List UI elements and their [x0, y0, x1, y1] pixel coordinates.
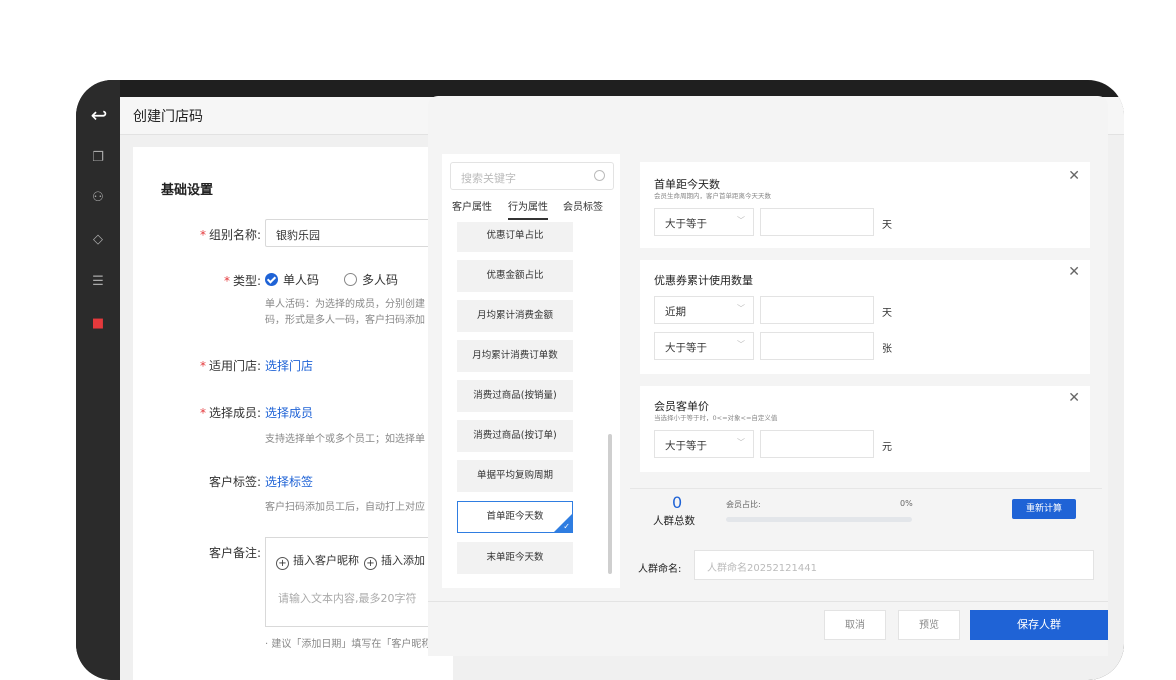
tag-icon[interactable]: ◇ — [90, 232, 106, 248]
crowd-count-label: 人群总数 — [653, 515, 695, 527]
note-hint: · 建议「添加日期」填写在「客户昵称 — [265, 639, 432, 650]
group-name-label: * 组别名称: — [199, 228, 261, 242]
note-input-box[interactable]: + 插入客户昵称 + 插入添加 请输入文本内容,最多20字符 — [265, 537, 455, 627]
cancel-button[interactable]: 取消 — [824, 610, 886, 640]
operator-select[interactable]: 大于等于 ﹀ — [654, 332, 754, 360]
chevron-down-icon: ﹀ — [737, 216, 745, 225]
operator-select[interactable]: 大于等于 ﹀ — [654, 430, 754, 458]
page-title: 创建门店码 — [133, 109, 203, 125]
check-icon: ✓ — [563, 522, 570, 531]
close-icon[interactable]: ✕ — [1068, 264, 1080, 280]
crowd-name-row: 人群命名: 人群命名20252121441 — [630, 544, 1102, 584]
radio-unchecked-icon — [344, 273, 357, 286]
condition-subtitle: 当选择小于等于时，0<=对象<=自定义值 — [654, 414, 778, 422]
form-card: 基础设置 * 组别名称: 银豹乐园 * 类型: 单人码 多人码 单人活码：为选择的成… — [133, 147, 455, 680]
attribute-item[interactable]: 月均累计消费订单数 — [457, 340, 573, 372]
scrollbar[interactable] — [608, 434, 612, 574]
member-label: * 选择成员: — [199, 406, 261, 420]
insert-nickname-button[interactable]: + 插入客户昵称 — [276, 552, 359, 570]
store-label: * 适用门店: — [199, 359, 261, 373]
users-icon[interactable]: ⚇ — [90, 190, 106, 206]
value-input[interactable] — [760, 332, 874, 360]
type-label: * 类型: — [223, 274, 261, 288]
insert-added-button[interactable]: + 插入添加 — [364, 552, 425, 570]
condition-card: 会员客单价 当选择小于等于时，0<=对象<=自定义值 ✕ 大于等于 ﹀ 元 — [640, 386, 1090, 472]
plus-circle-icon: + — [364, 557, 377, 570]
save-crowd-button[interactable]: 保存人群 — [970, 610, 1108, 640]
attribute-panel: 搜索关键字 客户属性 行为属性 会员标签 优惠订单占比 优惠金额占比 月均累计消… — [442, 154, 620, 588]
logo-icon: ↩ — [90, 103, 108, 127]
note-placeholder: 请输入文本内容,最多20字符 — [278, 592, 417, 605]
attribute-item[interactable]: 优惠订单占比 — [457, 222, 573, 252]
crowd-count: 0 — [672, 493, 683, 512]
condition-title: 优惠券累计使用数量 — [654, 274, 753, 287]
pages-icon[interactable]: ❐ — [90, 150, 106, 166]
condition-subtitle: 会员生命周期内，客户首单距离今天天数 — [654, 192, 771, 200]
plus-circle-icon: + — [276, 557, 289, 570]
crowd-name-label: 人群命名: — [638, 564, 682, 575]
chevron-down-icon: ﹀ — [737, 438, 745, 447]
radio-checked-icon — [265, 273, 278, 286]
member-description: 支持选择单个或多个员工；如选择单 — [265, 434, 425, 445]
operator-select[interactable]: 近期 ﹀ — [654, 296, 754, 324]
attribute-tabs: 客户属性 行为属性 会员标签 — [442, 198, 620, 220]
tag-description: 客户扫码添加员工后，自动打上对应 — [265, 502, 425, 513]
group-name-input[interactable]: 银豹乐园 — [265, 219, 455, 247]
value-input[interactable] — [760, 208, 874, 236]
close-icon[interactable]: ✕ — [1068, 168, 1080, 184]
note-label: 客户备注: — [208, 546, 261, 560]
attribute-item[interactable]: 优惠金额占比 — [457, 260, 573, 292]
attribute-item-selected[interactable]: 首单距今天数 ✓ — [457, 501, 573, 533]
section-title: 基础设置 — [161, 183, 214, 198]
chevron-down-icon: ﹀ — [737, 304, 745, 313]
modal-footer: 取消 预览 保存人群 — [428, 601, 1108, 656]
unit-label: 天 — [882, 220, 892, 231]
select-store-link[interactable]: 选择门店 — [265, 357, 313, 374]
tab-customer-attributes[interactable]: 客户属性 — [452, 198, 492, 218]
close-icon[interactable]: ✕ — [1068, 390, 1080, 406]
settings-sliders-icon[interactable]: ☰ — [90, 274, 106, 290]
member-ratio-bar — [726, 517, 912, 522]
value-input[interactable] — [760, 430, 874, 458]
member-ratio-label: 会员占比: — [726, 500, 761, 509]
search-input[interactable]: 搜索关键字 — [450, 162, 614, 190]
tab-behavior-attributes[interactable]: 行为属性 — [508, 198, 548, 220]
apps-grid-icon[interactable]: ■ — [90, 316, 106, 332]
tag-label: 客户标签: — [208, 475, 261, 489]
chevron-down-icon: ﹀ — [737, 340, 745, 349]
crowd-modal: 搜索关键字 客户属性 行为属性 会员标签 优惠订单占比 优惠金额占比 月均累计消… — [428, 96, 1108, 656]
value-input[interactable] — [760, 296, 874, 324]
type-description: 单人活码：为选择的成员，分别创建 码，形式是多人一码，客户扫码添加 — [265, 299, 425, 326]
attribute-item[interactable]: 末单距今天数 — [457, 542, 573, 574]
crowd-stats: 0 人群总数 会员占比: 0% 重新计算 — [630, 488, 1102, 538]
crowd-name-input[interactable]: 人群命名20252121441 — [694, 550, 1094, 580]
condition-panel: 首单距今天数 会员生命周期内，客户首单距离今天天数 ✕ 大于等于 ﹀ 天 优惠券累… — [630, 154, 1102, 494]
member-ratio-value: 0% — [900, 499, 913, 508]
select-member-link[interactable]: 选择成员 — [265, 404, 313, 421]
operator-select[interactable]: 大于等于 ﹀ — [654, 208, 754, 236]
select-tag-link[interactable]: 选择标签 — [265, 473, 313, 490]
attribute-item[interactable]: 消费过商品(按订单) — [457, 420, 573, 452]
attribute-item[interactable]: 消费过商品(按销量) — [457, 380, 573, 412]
attribute-item[interactable]: 月均累计消费金额 — [457, 300, 573, 332]
condition-card: 首单距今天数 会员生命周期内，客户首单距离今天天数 ✕ 大于等于 ﹀ 天 — [640, 162, 1090, 248]
type-radio-single[interactable]: 单人码 — [265, 271, 319, 288]
attribute-item[interactable]: 单据平均复购周期 — [457, 460, 573, 492]
recalculate-button[interactable]: 重新计算 — [1012, 499, 1076, 519]
unit-label: 张 — [882, 344, 892, 355]
preview-button[interactable]: 预览 — [898, 610, 960, 640]
unit-label: 元 — [882, 442, 892, 453]
side-rail: ↩ ❐ ⚇ ◇ ☰ ■ — [76, 80, 120, 680]
tab-member-tags[interactable]: 会员标签 — [563, 198, 603, 218]
unit-label: 天 — [882, 308, 892, 319]
attribute-list: 优惠订单占比 优惠金额占比 月均累计消费金额 月均累计消费订单数 消费过商品(按… — [442, 222, 620, 586]
search-icon — [594, 170, 605, 181]
condition-card: 优惠券累计使用数量 ✕ 近期 ﹀ 天 大于等于 ﹀ 张 — [640, 260, 1090, 374]
type-radio-multi[interactable]: 多人码 — [344, 271, 398, 288]
